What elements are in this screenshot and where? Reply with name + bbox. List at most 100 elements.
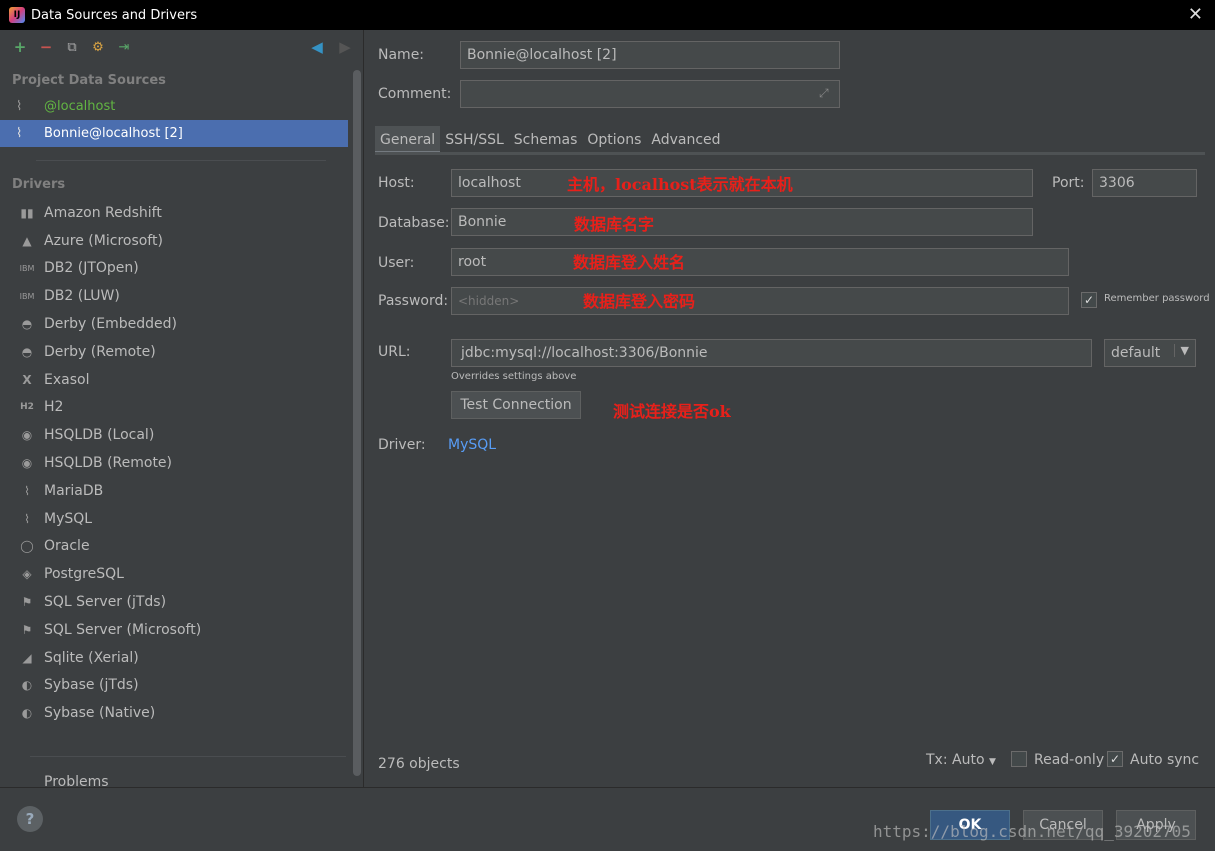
sybase-icon: ◐ <box>21 678 33 693</box>
duplicate-icon[interactable]: ⧉ <box>62 37 82 57</box>
read-only-checkbox[interactable] <box>1011 751 1027 767</box>
driver-item-sqlserver-microsoft[interactable]: ⚑ SQL Server (Microsoft) <box>0 616 363 644</box>
mysql-dolphin-icon: ⌇ <box>24 511 30 526</box>
driver-item-postgresql[interactable]: ◈ PostgreSQL <box>0 560 363 588</box>
database-annotation: 数据库名字 <box>574 215 655 234</box>
mysql-dolphin-icon: ⌇ <box>16 126 23 141</box>
import-icon[interactable]: ⇥ <box>114 37 134 57</box>
add-icon[interactable]: + <box>10 37 30 57</box>
driver-label: MariaDB <box>44 482 104 499</box>
driver-item-sqlserver-jtds[interactable]: ⚑ SQL Server (jTds) <box>0 588 363 616</box>
driver-item-sybase-native[interactable]: ◐ Sybase (Native) <box>0 699 363 727</box>
driver-item-sqlite[interactable]: ◢ Sqlite (Xerial) <box>0 644 363 672</box>
remember-password-label: Remember password <box>1104 293 1210 304</box>
driver-item-db2-luw[interactable]: IBM DB2 (LUW) <box>0 282 363 310</box>
watermark: https://blog.csdn.net/qq_39202705 <box>873 822 1191 841</box>
tx-mode-dropdown[interactable]: Tx: Auto ▼ <box>926 752 996 768</box>
name-label: Name: <box>378 47 425 63</box>
divider <box>30 756 346 757</box>
derby-hat-icon: ◓ <box>21 344 33 359</box>
exasol-icon: X <box>22 372 32 387</box>
driver-item-exasol[interactable]: X Exasol <box>0 366 363 394</box>
mariadb-seal-icon: ⌇ <box>24 483 30 498</box>
hsqldb-icon: ◉ <box>21 428 33 443</box>
url-field[interactable]: jdbc:mysql://localhost:3306/Bonnie <box>451 339 1092 367</box>
postgresql-elephant-icon: ◈ <box>22 567 32 582</box>
driver-label: Sybase (jTds) <box>44 677 139 694</box>
forward-arrow-icon[interactable]: ▶ <box>335 37 355 57</box>
driver-link[interactable]: MySQL <box>448 437 496 453</box>
comment-label: Comment: <box>378 86 452 102</box>
driver-label: PostgreSQL <box>44 566 124 583</box>
url-mode-value: default <box>1111 345 1161 361</box>
test-connection-button[interactable]: Test Connection <box>451 391 581 419</box>
intellij-app-icon: IJ <box>9 7 25 23</box>
driver-label: Amazon Redshift <box>44 204 162 221</box>
tx-mode-value: Tx: Auto <box>926 752 985 768</box>
tab-general[interactable]: General <box>375 126 441 154</box>
sidebar: + − ⧉ ⚙ ⇥ ◀ ▶ Project Data Sources ⌇ @lo… <box>0 30 364 787</box>
dialog-footer: ? OK Cancel Apply https://blog.csdn.net/… <box>0 787 1215 851</box>
user-annotation: 数据库登入姓名 <box>573 253 686 272</box>
remember-password-checkbox[interactable]: ✓ <box>1081 292 1097 308</box>
driver-item-hsqldb-remote[interactable]: ◉ HSQLDB (Remote) <box>0 449 363 477</box>
back-arrow-icon[interactable]: ◀ <box>307 37 327 57</box>
db2-icon: IBM <box>19 291 35 301</box>
driver-item-sybase-jtds[interactable]: ◐ Sybase (jTds) <box>0 672 363 700</box>
database-field[interactable]: Bonnie <box>451 208 1033 236</box>
driver-item-derby-embedded[interactable]: ◓ Derby (Embedded) <box>0 310 363 338</box>
tab-advanced[interactable]: Advanced <box>646 126 725 154</box>
h2-icon: H2 <box>20 402 34 413</box>
derby-hat-icon: ◓ <box>21 317 33 332</box>
host-annotation: 主机，localhost表示就在本机 <box>567 175 793 194</box>
divider <box>36 160 326 161</box>
driver-label: Azure (Microsoft) <box>44 232 163 249</box>
password-field[interactable]: <hidden> <box>451 287 1069 315</box>
driver-item-hsqldb-local[interactable]: ◉ HSQLDB (Local) <box>0 421 363 449</box>
driver-label: Sybase (Native) <box>44 705 156 722</box>
driver-item-azure[interactable]: ▲ Azure (Microsoft) <box>0 227 363 255</box>
driver-item-h2[interactable]: H2 H2 <box>0 394 363 422</box>
sidebar-scrollbar[interactable] <box>353 70 361 776</box>
oracle-icon: ◯ <box>20 539 34 554</box>
auto-sync-checkbox[interactable]: ✓ <box>1107 751 1123 767</box>
driver-label: SQL Server (jTds) <box>44 594 167 611</box>
redshift-icon: ▮▮ <box>20 205 34 220</box>
driver-label: Driver: <box>378 437 426 453</box>
driver-item-mysql[interactable]: ⌇ MySQL <box>0 505 363 533</box>
close-icon[interactable]: ✕ <box>1188 4 1203 25</box>
data-source-label: @localhost <box>44 99 116 114</box>
tab-schemas[interactable]: Schemas <box>509 126 583 154</box>
driver-item-amazon-redshift[interactable]: ▮▮ Amazon Redshift <box>0 199 363 227</box>
driver-label: DB2 (JTOpen) <box>44 260 139 277</box>
problems-item[interactable]: Problems <box>44 774 109 787</box>
data-source-bonnie[interactable]: ⌇ Bonnie@localhost [2] <box>0 120 348 147</box>
comment-field[interactable] <box>460 80 840 108</box>
driver-item-derby-remote[interactable]: ◓ Derby (Remote) <box>0 338 363 366</box>
remove-icon[interactable]: − <box>36 37 56 57</box>
driver-label: HSQLDB (Remote) <box>44 455 173 472</box>
tab-options[interactable]: Options <box>582 126 646 154</box>
password-label: Password: <box>378 293 449 309</box>
expand-icon[interactable]: ⤢ <box>819 86 829 101</box>
data-source-localhost[interactable]: ⌇ @localhost <box>0 93 363 120</box>
mysql-dolphin-icon: ⌇ <box>16 99 23 114</box>
help-icon[interactable]: ? <box>17 806 43 832</box>
driver-item-oracle[interactable]: ◯ Oracle <box>0 533 363 561</box>
user-field[interactable]: root <box>451 248 1069 276</box>
url-mode-select[interactable]: default ▼ <box>1104 339 1196 367</box>
name-field[interactable]: Bonnie@localhost [2] <box>460 41 840 69</box>
drivers-list: ▮▮ Amazon Redshift ▲ Azure (Microsoft) IBM… <box>0 199 363 727</box>
objects-count: 276 objects <box>378 756 460 772</box>
driver-label: HSQLDB (Local) <box>44 427 155 444</box>
properties-icon[interactable]: ⚙ <box>88 37 108 57</box>
port-field[interactable]: 3306 <box>1092 169 1197 197</box>
tab-ssh-ssl[interactable]: SSH/SSL <box>440 126 509 154</box>
driver-item-db2-jtopen[interactable]: IBM DB2 (JTOpen) <box>0 255 363 283</box>
port-label: Port: <box>1052 175 1085 191</box>
driver-item-mariadb[interactable]: ⌇ MariaDB <box>0 477 363 505</box>
driver-label: Sqlite (Xerial) <box>44 649 139 666</box>
database-label: Database: <box>378 215 450 231</box>
chevron-down-icon: ▼ <box>988 757 996 767</box>
driver-label: Oracle <box>44 538 90 555</box>
